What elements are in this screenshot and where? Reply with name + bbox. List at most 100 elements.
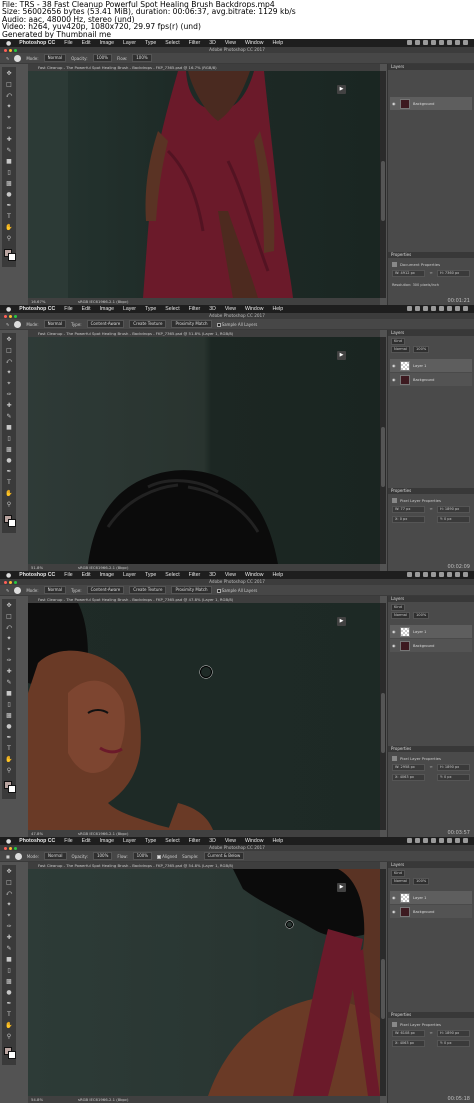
- zoom-level[interactable]: 54.8%: [31, 1097, 43, 1102]
- scroll-thumb[interactable]: [381, 427, 385, 487]
- eye-icon[interactable]: ◉: [392, 895, 397, 900]
- sample-all-layers-checkbox[interactable]: Sample All Layers: [216, 322, 257, 327]
- tray-icon[interactable]: [455, 40, 460, 45]
- x-field[interactable]: X: 0 px: [392, 516, 425, 523]
- menu-view[interactable]: View: [225, 306, 236, 312]
- document-tab[interactable]: Fast Cleanup - The Powerful Spot Healing…: [28, 862, 380, 869]
- eye-icon[interactable]: ◉: [392, 363, 397, 368]
- menu-edit[interactable]: Edit: [82, 306, 91, 312]
- height-field[interactable]: H: 1890 px: [437, 1030, 470, 1037]
- proximity-match-option[interactable]: Proximity Match: [171, 586, 212, 594]
- eyedropper-tool-icon[interactable]: ✑: [4, 657, 14, 665]
- eyedropper-tool-icon[interactable]: ✑: [4, 391, 14, 399]
- tray-icon[interactable]: [431, 40, 436, 45]
- tray-icon[interactable]: [463, 838, 468, 843]
- zoom-level[interactable]: 51.8%: [31, 565, 43, 570]
- mode-select[interactable]: Normal: [43, 54, 67, 62]
- tray-icon[interactable]: [431, 572, 436, 577]
- pen-tool-icon[interactable]: ✒: [4, 202, 14, 210]
- menu-layer[interactable]: Layer: [123, 572, 136, 578]
- zoom-tool-icon[interactable]: ⚲: [4, 501, 14, 509]
- apple-icon[interactable]: ●: [6, 572, 11, 579]
- menu-image[interactable]: Image: [100, 40, 114, 46]
- tray-icon[interactable]: [415, 572, 420, 577]
- proximity-match-option[interactable]: Proximity Match: [171, 320, 212, 328]
- healing-brush-icon[interactable]: ✚: [4, 668, 14, 676]
- menu-image[interactable]: Image: [100, 838, 114, 844]
- x-field[interactable]: X: 4063 px: [392, 774, 425, 781]
- layer-opacity-field[interactable]: 100%: [413, 877, 430, 885]
- flow-field[interactable]: 100%: [132, 54, 152, 62]
- content-aware-option[interactable]: Content-Aware: [86, 586, 125, 594]
- gradient-tool-icon[interactable]: ▩: [4, 978, 14, 986]
- zoom-icon[interactable]: [14, 846, 17, 850]
- quick-select-tool-icon[interactable]: ✦: [4, 103, 14, 111]
- brush-tool-icon[interactable]: ✎: [4, 945, 14, 953]
- sample-all-layers-checkbox[interactable]: Sample All Layers: [216, 588, 257, 593]
- content-aware-option[interactable]: Content-Aware: [86, 320, 125, 328]
- dodge-tool-icon[interactable]: ●: [4, 457, 14, 465]
- close-icon[interactable]: [4, 48, 7, 52]
- document-tab[interactable]: Fast Cleanup - The Powerful Spot Healing…: [28, 330, 380, 337]
- move-tool-icon[interactable]: ✥: [4, 70, 14, 78]
- move-tool-icon[interactable]: ✥: [4, 336, 14, 344]
- lasso-tool-icon[interactable]: ⤺: [4, 92, 14, 100]
- menu-app[interactable]: Photoshop CC: [19, 838, 55, 844]
- menu-view[interactable]: View: [225, 838, 236, 844]
- y-field[interactable]: Y: 0 px: [437, 774, 470, 781]
- brush-preset-picker[interactable]: [14, 320, 22, 328]
- blend-mode-select[interactable]: Normal: [391, 345, 411, 353]
- tray-icon[interactable]: [463, 572, 468, 577]
- sample-select[interactable]: Current & Below: [203, 852, 245, 860]
- tray-icon[interactable]: [447, 306, 452, 311]
- properties-panel-title[interactable]: Properties: [388, 746, 474, 752]
- menu-type[interactable]: Type: [145, 40, 156, 46]
- menu-help[interactable]: Help: [272, 306, 283, 312]
- layer-row-layer-1[interactable]: ◉ Layer 1: [390, 359, 472, 372]
- y-field[interactable]: Y: 0 px: [437, 516, 470, 523]
- scroll-thumb[interactable]: [381, 693, 385, 753]
- background-color-swatch[interactable]: [8, 253, 16, 261]
- properties-panel-title[interactable]: Properties: [388, 1012, 474, 1018]
- eraser-tool-icon[interactable]: ▯: [4, 435, 14, 443]
- background-color-swatch[interactable]: [8, 785, 16, 793]
- menu-filter[interactable]: Filter: [189, 40, 201, 46]
- menu-edit[interactable]: Edit: [82, 40, 91, 46]
- minimize-icon[interactable]: [9, 314, 12, 318]
- healing-brush-icon[interactable]: ✚: [4, 402, 14, 410]
- scroll-thumb[interactable]: [381, 959, 385, 1019]
- width-field[interactable]: W: 6108 px: [392, 1030, 425, 1037]
- play-icon[interactable]: ▶: [337, 85, 346, 94]
- brush-preset-picker[interactable]: [14, 586, 22, 594]
- pen-tool-icon[interactable]: ✒: [4, 734, 14, 742]
- marquee-tool-icon[interactable]: □: [4, 613, 14, 621]
- gradient-tool-icon[interactable]: ▩: [4, 446, 14, 454]
- menu-type[interactable]: Type: [145, 306, 156, 312]
- create-texture-option[interactable]: Create Texture: [129, 320, 167, 328]
- brush-tool-icon[interactable]: ✎: [4, 679, 14, 687]
- menu-filter[interactable]: Filter: [189, 572, 201, 578]
- play-icon[interactable]: ▶: [337, 883, 346, 892]
- scroll-thumb[interactable]: [381, 161, 385, 221]
- apple-icon[interactable]: ●: [6, 40, 11, 47]
- minimize-icon[interactable]: [9, 846, 12, 850]
- eraser-tool-icon[interactable]: ▯: [4, 967, 14, 975]
- layer-row-background[interactable]: ◉ Background: [390, 639, 472, 652]
- mode-select[interactable]: Normal: [44, 852, 67, 860]
- brush-tool-icon[interactable]: ✎: [4, 413, 14, 421]
- menu-file[interactable]: File: [64, 838, 72, 844]
- vertical-scrollbar[interactable]: [380, 337, 386, 564]
- document-canvas[interactable]: ▶: [28, 337, 380, 564]
- menu-layer[interactable]: Layer: [123, 40, 136, 46]
- zoom-tool-icon[interactable]: ⚲: [4, 767, 14, 775]
- marquee-tool-icon[interactable]: □: [4, 81, 14, 89]
- width-field[interactable]: W: 2958 px: [392, 764, 425, 771]
- tray-icon[interactable]: [423, 40, 428, 45]
- tray-icon[interactable]: [423, 572, 428, 577]
- layer-row-layer-1[interactable]: ◉ Layer 1: [390, 891, 472, 904]
- type-tool-icon[interactable]: T: [4, 213, 14, 221]
- layer-filter-kind[interactable]: Kind: [391, 869, 405, 877]
- brush-preset-picker[interactable]: [14, 852, 22, 860]
- menu-3d[interactable]: 3D: [209, 572, 216, 578]
- tray-icon[interactable]: [455, 572, 460, 577]
